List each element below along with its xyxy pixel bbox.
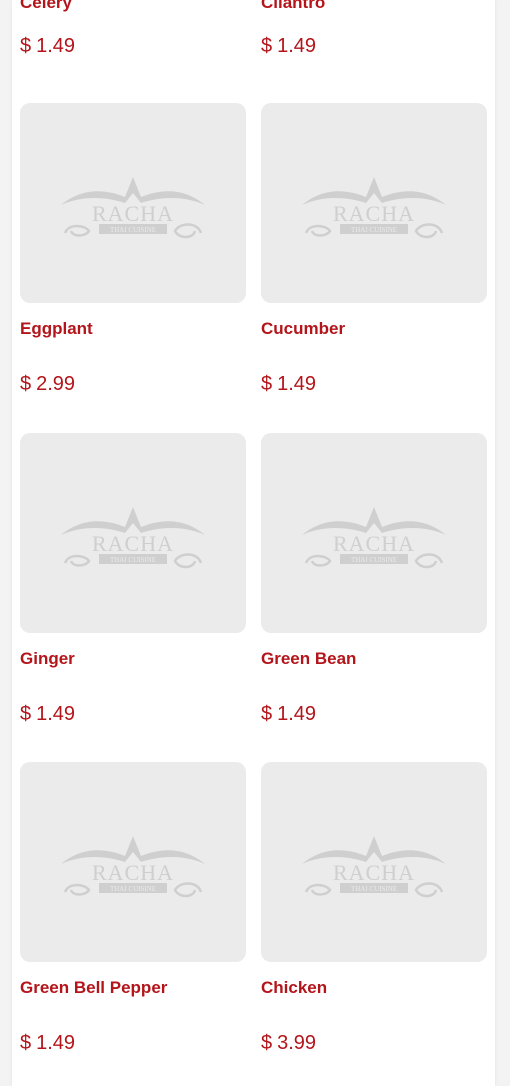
logo-swirl-right	[173, 882, 203, 898]
currency-symbol: $	[20, 373, 32, 395]
item-price: $3.99	[261, 1032, 316, 1055]
logo-text: RACHA	[333, 201, 415, 226]
logo-swirl-right	[173, 553, 203, 569]
logo-text: RACHA	[92, 201, 174, 226]
item-price: $1.49	[20, 1032, 75, 1055]
logo-swirl-right	[173, 223, 203, 239]
currency-symbol: $	[20, 35, 32, 57]
logo-text: RACHA	[333, 531, 415, 556]
item-price: $1.49	[261, 703, 316, 726]
item-image-placeholder[interactable]: RACHA THAI CUISINE	[20, 103, 246, 303]
racha-logo-icon: RACHATHAI CUISINE	[302, 836, 446, 898]
logo-text: RACHA	[92, 531, 174, 556]
racha-logo-icon: RACHATHAI CUISINE	[302, 177, 446, 239]
currency-symbol: $	[261, 35, 273, 57]
logo-swirl-right	[414, 882, 444, 898]
currency-symbol: $	[20, 703, 32, 725]
item-price: $1.49	[261, 373, 316, 396]
item-price: $2.99	[20, 373, 75, 396]
item-price: $1.49	[261, 35, 316, 58]
logo-swirl-left	[304, 554, 332, 567]
item-price-value: 2.99	[36, 373, 76, 395]
logo-subtext: THAI CUISINE	[351, 885, 397, 893]
menu-item-card[interactable]: RACHA THAI CUISINE Eggplant $2.99	[20, 103, 246, 395]
menu-item-card[interactable]: RACHA THAI CUISINE Cucumber $1.49	[261, 103, 487, 395]
logo-subtext: THAI CUISINE	[110, 226, 156, 234]
logo-swirl-left	[304, 224, 332, 237]
logo-subtext: THAI CUISINE	[110, 556, 156, 564]
item-price-value: 1.49	[36, 1032, 76, 1054]
logo-swirl-left	[63, 224, 91, 237]
item-name: Celery	[20, 0, 72, 12]
logo-subtext: THAI CUISINE	[351, 556, 397, 564]
menu-item-card[interactable]: RACHA THAI CUISINE Ginger $1.49	[20, 433, 246, 725]
currency-symbol: $	[261, 1032, 273, 1054]
item-name: Cilantro	[261, 0, 326, 12]
logo-swirl-right	[414, 223, 444, 239]
item-price-value: 1.49	[277, 35, 317, 57]
item-price-value: 1.49	[36, 35, 76, 57]
item-price: $1.49	[20, 703, 75, 726]
menu-item-card[interactable]: RACHA THAI CUISINE Green Bell Pepper $1.4…	[20, 762, 246, 1054]
item-price-value: 1.49	[36, 703, 76, 725]
menu-item-card[interactable]: RACHA THAI CUISINE Green Bean $1.49	[261, 433, 487, 725]
item-name: Green Bell Pepper	[20, 978, 168, 997]
item-price: $1.49	[20, 35, 75, 58]
item-image-placeholder[interactable]: RACHA THAI CUISINE	[20, 762, 246, 962]
item-name: Green Bean	[261, 649, 357, 668]
menu-item-card[interactable]: RACHA THAI CUISINE Chicken $3.99	[261, 762, 487, 1054]
racha-logo-icon: RACHATHAI CUISINE	[61, 507, 205, 569]
logo-swirl-left	[304, 883, 332, 896]
item-price-value: 1.49	[277, 373, 317, 395]
item-image-placeholder[interactable]: RACHA THAI CUISINE	[20, 433, 246, 633]
item-image-placeholder[interactable]: RACHA THAI CUISINE	[261, 762, 487, 962]
currency-symbol: $	[261, 703, 273, 725]
logo-swirl-right	[414, 553, 444, 569]
item-price-value: 3.99	[277, 1032, 317, 1054]
currency-symbol: $	[261, 373, 273, 395]
logo-text: RACHA	[333, 860, 415, 885]
item-name: Chicken	[261, 978, 328, 997]
logo-subtext: THAI CUISINE	[110, 885, 156, 893]
item-name: Cucumber	[261, 319, 346, 338]
logo-swirl-left	[63, 554, 91, 567]
item-image-placeholder[interactable]: RACHA THAI CUISINE	[261, 433, 487, 633]
racha-logo-icon: RACHATHAI CUISINE	[302, 507, 446, 569]
item-image-placeholder[interactable]: RACHA THAI CUISINE	[261, 103, 487, 303]
item-name: Eggplant	[20, 319, 93, 338]
logo-subtext: THAI CUISINE	[351, 226, 397, 234]
logo-text: RACHA	[92, 860, 174, 885]
item-price-value: 1.49	[277, 703, 317, 725]
item-name: Ginger	[20, 649, 75, 668]
currency-symbol: $	[20, 1032, 32, 1054]
racha-logo-icon: RACHATHAI CUISINE	[61, 177, 205, 239]
menu-panel: Celery $1.49 Cilantro $1.49 RACHA THAI CU…	[12, 0, 495, 1086]
logo-swirl-left	[63, 883, 91, 896]
racha-logo-icon: RACHATHAI CUISINE	[61, 836, 205, 898]
